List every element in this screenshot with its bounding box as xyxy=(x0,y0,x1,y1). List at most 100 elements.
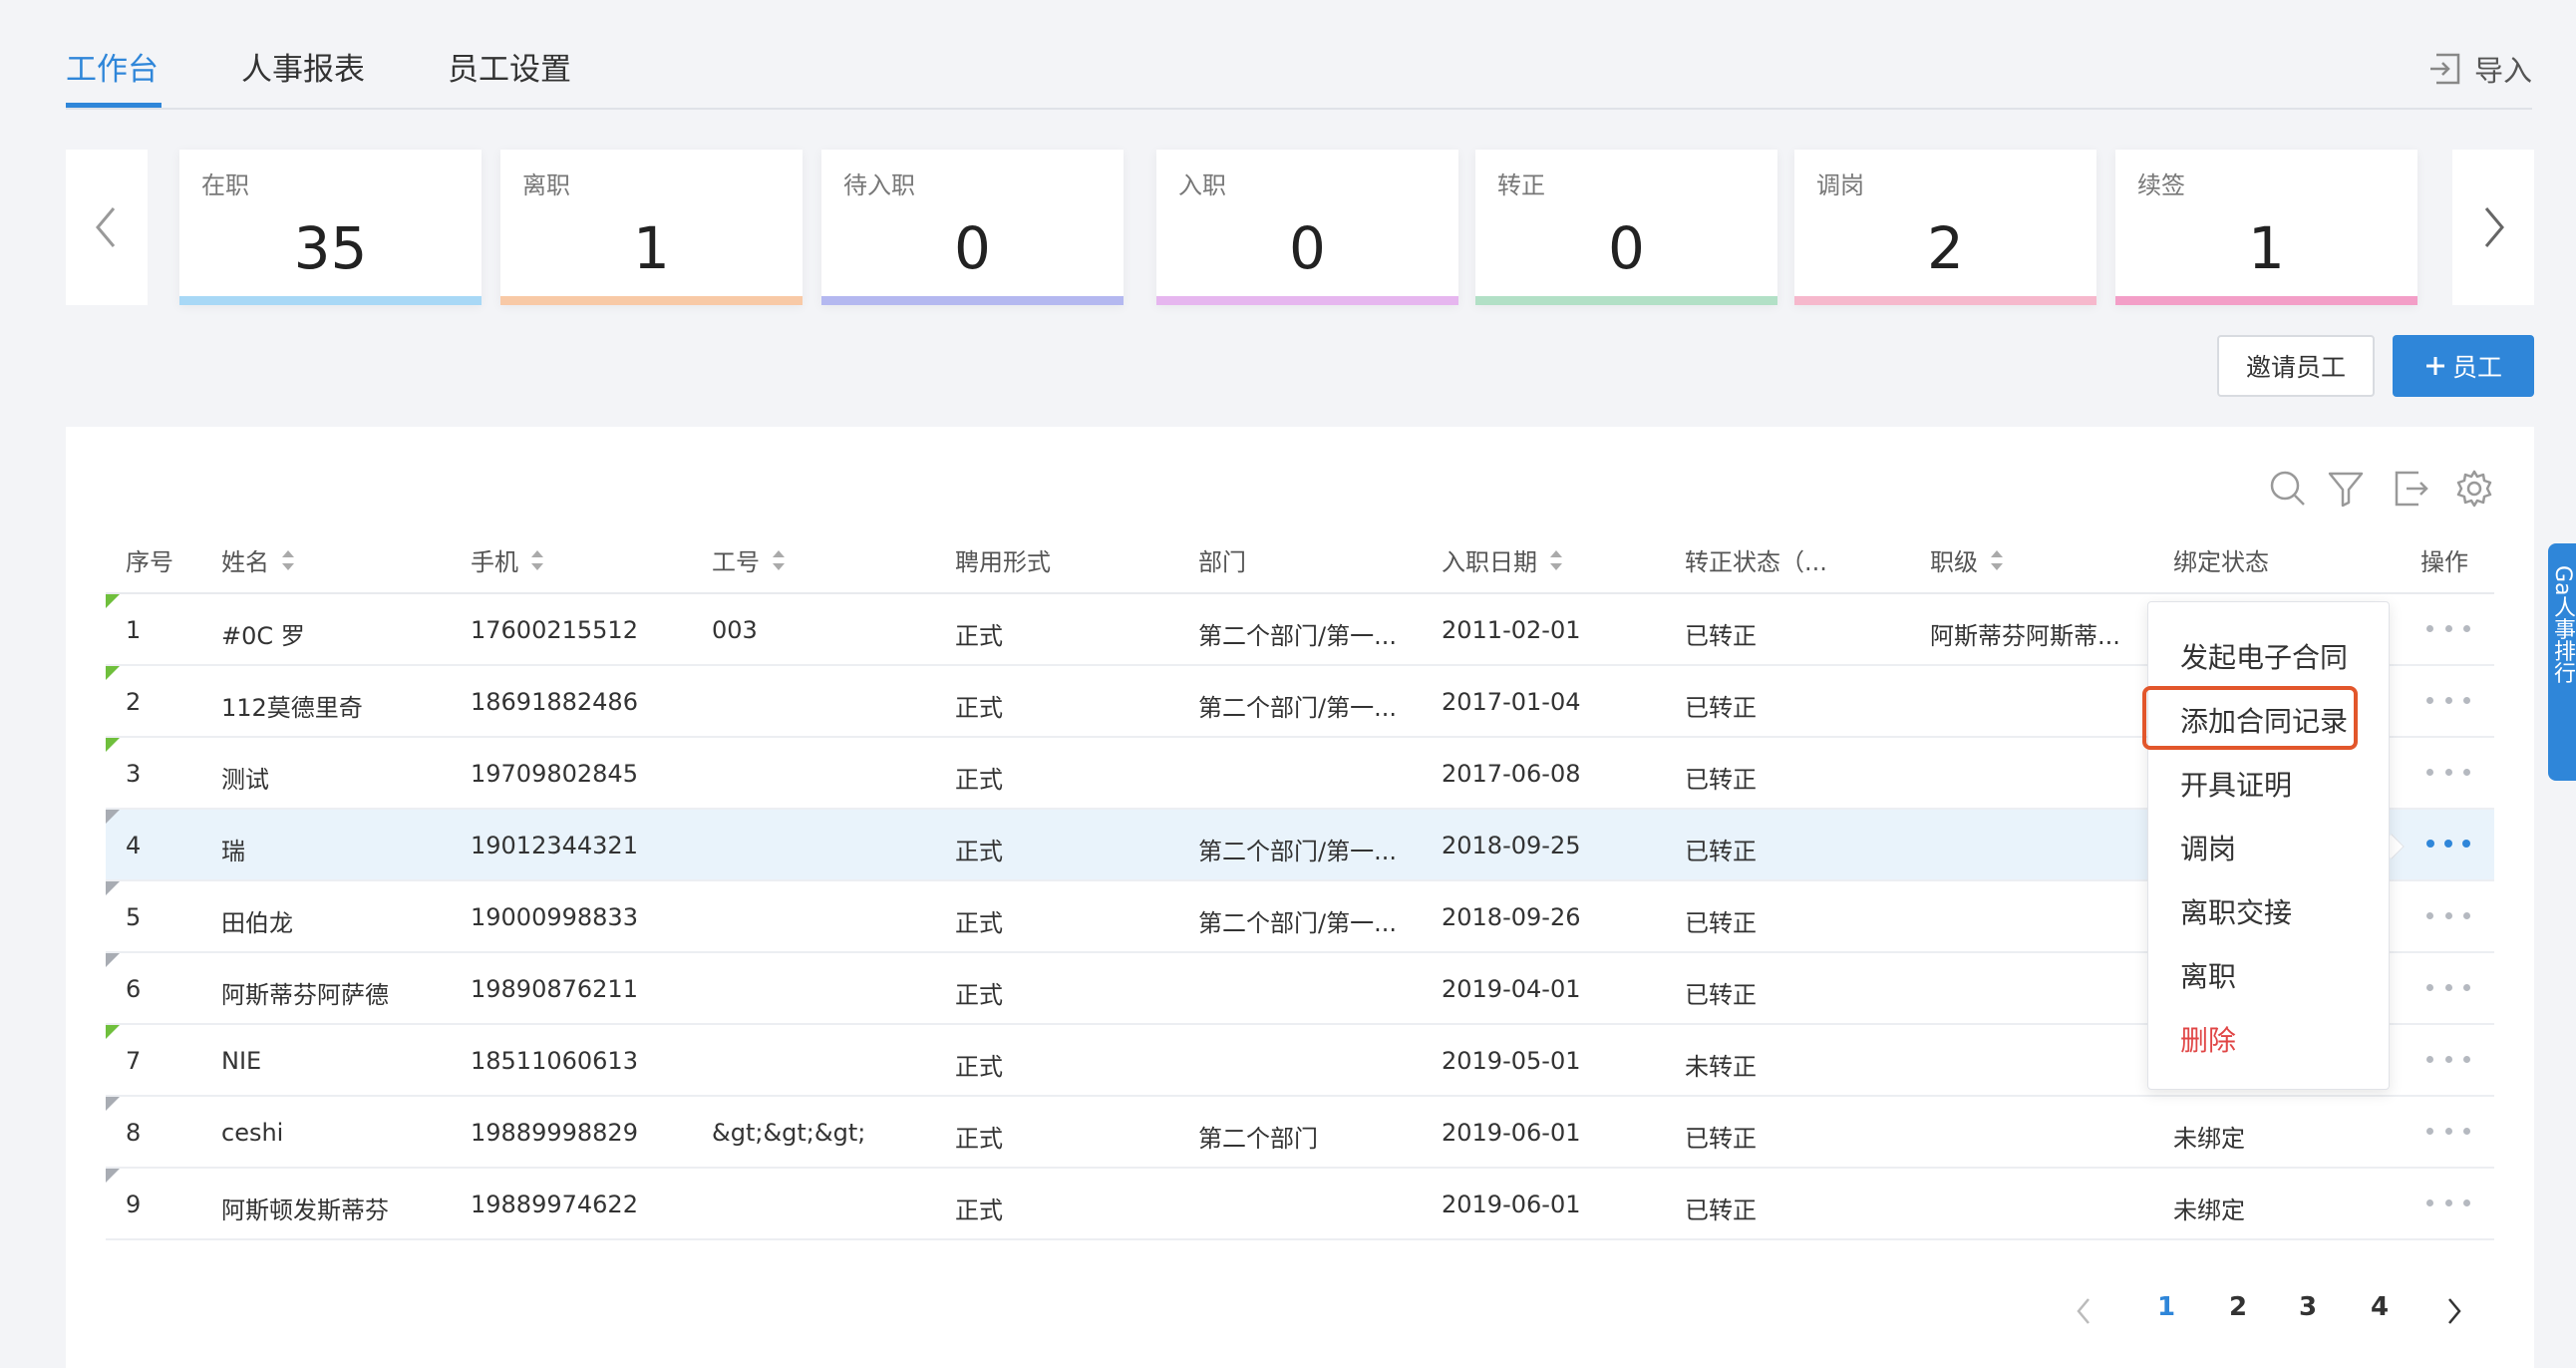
stat-card-renewal[interactable]: 续签 1 xyxy=(2115,150,2417,305)
side-floating-tab[interactable]: Ga人事排行 xyxy=(2548,543,2576,781)
stat-color-bar xyxy=(2115,296,2417,305)
sort-icon[interactable] xyxy=(1988,547,2006,573)
table-row[interactable]: 7 NIE 18511060613 正式 2019-05-01 未转正 xyxy=(106,1025,2494,1097)
import-button[interactable]: 导入 xyxy=(2428,48,2532,90)
col-header-regularization-status: 转正状态（... xyxy=(1685,548,1827,576)
cell-employment-type: 正式 xyxy=(955,766,1003,794)
cell-name[interactable]: 田伯龙 xyxy=(221,903,293,938)
cell-department: 第二个部门/第一... xyxy=(1198,622,1397,650)
table-row[interactable]: 2 112莫德里奇 18691882486 正式 第二个部门/第一... 201… xyxy=(106,666,2494,738)
cell-employment-type: 正式 xyxy=(955,694,1003,722)
cell-phone: 19889974622 xyxy=(471,1191,638,1218)
col-header-name[interactable]: 姓名 xyxy=(221,542,297,577)
settings-icon[interactable] xyxy=(2454,469,2494,509)
plus-icon xyxy=(2425,357,2444,375)
cell-name[interactable]: #0C 罗 xyxy=(221,616,305,651)
cell-name[interactable]: 测试 xyxy=(221,760,269,795)
cell-phone: 17600215512 xyxy=(471,616,638,644)
cell-hire-date: 2019-06-01 xyxy=(1442,1191,1581,1218)
stat-card-onboard[interactable]: 入职 0 xyxy=(1156,150,1458,305)
stat-card-regularized[interactable]: 转正 0 xyxy=(1475,150,1777,305)
more-actions-icon[interactable] xyxy=(2426,616,2470,640)
cell-index: 7 xyxy=(126,1047,142,1075)
more-actions-icon[interactable] xyxy=(2426,1047,2470,1071)
table-row[interactable]: 8 ceshi 19889998829 &gt;&gt;&gt; 正式 第二个部… xyxy=(106,1097,2494,1169)
more-actions-icon[interactable] xyxy=(2426,1119,2470,1143)
more-actions-icon[interactable] xyxy=(2426,688,2470,712)
table-row[interactable]: 4 瑞 19012344321 正式 第二个部门/第一... 2018-09-2… xyxy=(106,810,2494,881)
tab-employee-settings[interactable]: 员工设置 xyxy=(448,44,571,89)
more-actions-icon[interactable] xyxy=(2426,760,2470,784)
table-row[interactable]: 5 田伯龙 19000998833 正式 第二个部门/第一... 2018-09… xyxy=(106,881,2494,953)
stats-prev-button[interactable] xyxy=(66,150,148,305)
stat-value: 0 xyxy=(1289,214,1326,282)
col-header-rank[interactable]: 职级 xyxy=(1930,542,2006,577)
menu-item-transfer[interactable]: 调岗 xyxy=(2180,828,2236,867)
cell-department: 第二个部门 xyxy=(1198,1125,1318,1153)
menu-item-resign[interactable]: 离职 xyxy=(2180,955,2236,995)
more-actions-icon[interactable] xyxy=(2426,975,2470,999)
col-header-actions: 操作 xyxy=(2420,548,2468,576)
more-actions-icon[interactable] xyxy=(2426,903,2470,927)
col-header-employee-id[interactable]: 工号 xyxy=(712,542,788,577)
chevron-left-icon[interactable] xyxy=(2074,1296,2093,1326)
tab-hr-reports[interactable]: 人事报表 xyxy=(241,44,365,89)
search-icon[interactable] xyxy=(2268,469,2308,509)
stat-card-resigned[interactable]: 离职 1 xyxy=(500,150,803,305)
cell-employment-type: 正式 xyxy=(955,1053,1003,1081)
stat-value: 0 xyxy=(1608,214,1645,282)
sort-icon[interactable] xyxy=(528,547,546,573)
stat-card-pending-onboard[interactable]: 待入职 0 xyxy=(821,150,1124,305)
menu-item-start-e-contract[interactable]: 发起电子合同 xyxy=(2180,636,2348,676)
cell-regularization-status: 已转正 xyxy=(1685,622,1757,650)
page-2[interactable]: 2 xyxy=(2229,1292,2247,1322)
stats-next-button[interactable] xyxy=(2452,150,2534,305)
sort-icon[interactable] xyxy=(279,547,297,573)
table-row[interactable]: 9 阿斯顿发斯蒂芬 19889974622 正式 2019-06-01 已转正 … xyxy=(106,1169,2494,1240)
table-row[interactable]: 3 测试 19709802845 正式 2017-06-08 已转正 xyxy=(106,738,2494,810)
cell-name[interactable]: 阿斯顿发斯蒂芬 xyxy=(221,1191,389,1225)
cell-name[interactable]: NIE xyxy=(221,1047,261,1075)
filter-icon[interactable] xyxy=(2326,469,2366,509)
menu-item-delete[interactable]: 删除 xyxy=(2180,1019,2236,1059)
menu-item-issue-certificate[interactable]: 开具证明 xyxy=(2180,764,2292,804)
invite-employee-button[interactable]: 邀请员工 xyxy=(2217,335,2375,397)
sort-icon[interactable] xyxy=(1547,547,1565,573)
stat-card-transfer[interactable]: 调岗 2 xyxy=(1794,150,2096,305)
row-flag-marker xyxy=(106,666,120,680)
top-tab-bar: 工作台 人事报表 员工设置 导入 xyxy=(66,0,2532,110)
sort-icon[interactable] xyxy=(770,547,788,573)
cell-name[interactable]: 阿斯蒂芬阿萨德 xyxy=(221,975,389,1010)
import-label: 导入 xyxy=(2473,54,2532,88)
cell-name[interactable]: 112莫德里奇 xyxy=(221,688,363,723)
stat-card-active[interactable]: 在职 35 xyxy=(179,150,482,305)
more-actions-icon[interactable] xyxy=(2426,832,2470,855)
col-header-hire-date[interactable]: 入职日期 xyxy=(1442,542,1565,577)
cell-phone: 19000998833 xyxy=(471,903,638,931)
cell-index: 2 xyxy=(126,688,142,716)
table-row[interactable]: 6 阿斯蒂芬阿萨德 19890876211 正式 2019-04-01 已转正 xyxy=(106,953,2494,1025)
add-employee-button[interactable]: 员工 xyxy=(2393,335,2534,397)
active-tab-indicator xyxy=(66,103,161,108)
stat-color-bar xyxy=(1475,296,1777,305)
more-actions-icon[interactable] xyxy=(2426,1191,2470,1214)
page-3[interactable]: 3 xyxy=(2299,1292,2317,1322)
side-floating-tab-label: Ga人事排行 xyxy=(2550,565,2575,684)
row-flag-marker xyxy=(106,594,120,608)
col-header-phone[interactable]: 手机 xyxy=(471,542,546,577)
cell-name[interactable]: 瑞 xyxy=(221,832,245,866)
page-4[interactable]: 4 xyxy=(2371,1292,2389,1322)
export-icon[interactable] xyxy=(2391,469,2430,509)
cell-name[interactable]: ceshi xyxy=(221,1119,283,1147)
chevron-right-icon[interactable] xyxy=(2444,1296,2464,1326)
cell-phone: 19012344321 xyxy=(471,832,638,859)
cell-regularization-status: 已转正 xyxy=(1685,694,1757,722)
chevron-left-icon xyxy=(96,207,116,247)
tab-workbench[interactable]: 工作台 xyxy=(66,44,159,89)
table-header: 序号 姓名 手机 工号 聘用形式 部门 入职日期 转正状态（... 职级 绑定状… xyxy=(106,528,2494,594)
cell-department: 第二个部门/第一... xyxy=(1198,838,1397,865)
menu-item-handover[interactable]: 离职交接 xyxy=(2180,891,2292,931)
cell-index: 6 xyxy=(126,975,142,1003)
table-row[interactable]: 1 #0C 罗 17600215512 003 正式 第二个部门/第一... 2… xyxy=(106,594,2494,666)
page-1[interactable]: 1 xyxy=(2157,1292,2175,1322)
